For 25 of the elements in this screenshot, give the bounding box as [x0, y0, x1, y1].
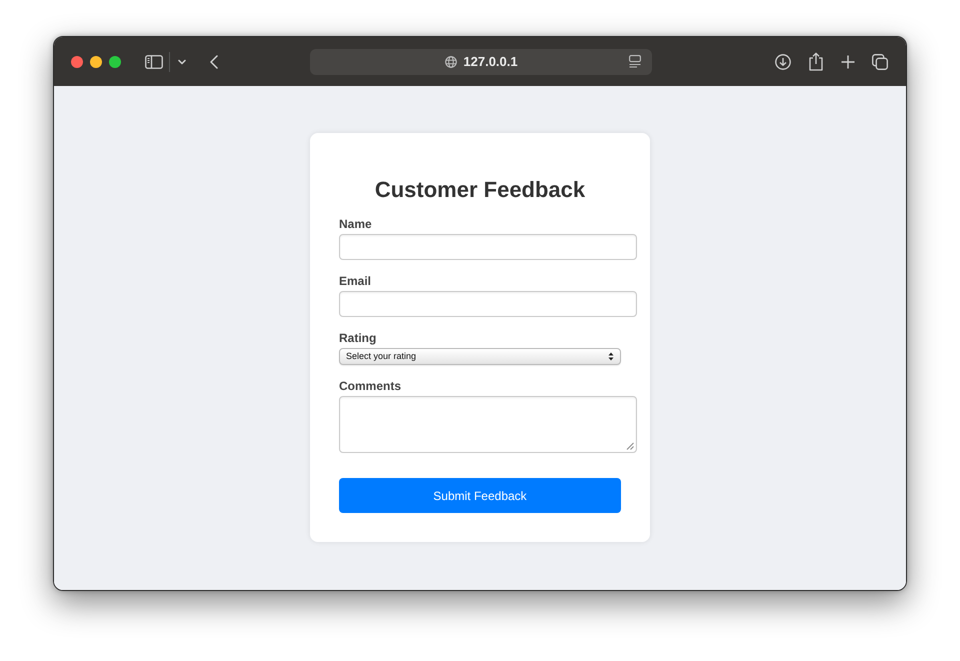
chevron-down-icon[interactable] — [178, 58, 186, 64]
reader-icon[interactable] — [629, 55, 641, 68]
address-bar[interactable]: 127.0.0.1 — [310, 48, 652, 74]
minimize-window-icon[interactable] — [90, 56, 102, 68]
sidebar-icon[interactable] — [145, 54, 163, 68]
close-window-icon[interactable] — [71, 56, 83, 68]
download-icon[interactable] — [775, 54, 791, 70]
share-icon[interactable] — [808, 52, 824, 71]
tabs-overview-icon[interactable] — [872, 54, 888, 70]
field-label: Email — [339, 274, 372, 288]
up-down-arrows-icon — [608, 352, 614, 361]
globe-icon — [445, 56, 458, 68]
field-label: Comments — [339, 379, 402, 393]
rating-dropdown[interactable]: Select your rating — [339, 348, 621, 365]
field-label: Rating — [339, 331, 378, 345]
submit-button[interactable]: Submit Feedback — [339, 478, 621, 513]
input-field[interactable] — [339, 291, 637, 317]
zoom-window-icon[interactable] — [109, 56, 121, 68]
textarea-field[interactable] — [339, 396, 637, 453]
form-title: Customer Feedback — [374, 177, 586, 203]
input-field[interactable] — [339, 234, 637, 260]
new-tab-icon[interactable] — [841, 54, 855, 68]
resize-grip-icon[interactable] — [626, 442, 634, 450]
back-icon[interactable] — [210, 54, 218, 68]
field-label: Name — [339, 217, 373, 231]
